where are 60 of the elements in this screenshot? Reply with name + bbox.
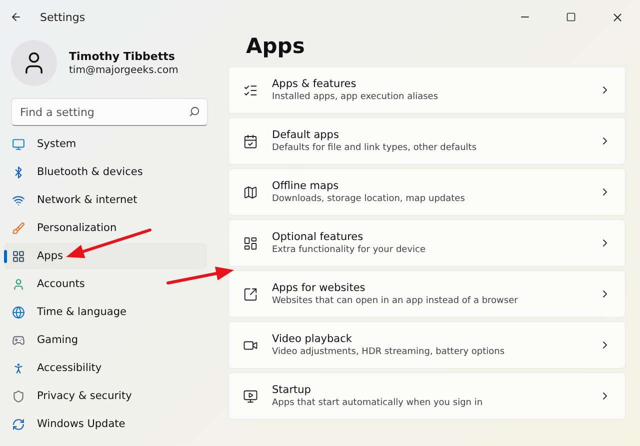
close-icon (610, 10, 624, 24)
settings-card[interactable]: Optional features Extra functionality for your device (228, 219, 626, 267)
card-title: Optional features (272, 231, 364, 243)
card-subtitle: Websites that can open in an app instead of a browser (272, 296, 519, 306)
map-icon (243, 184, 258, 200)
card-subtitle: Downloads, storage location, map updates (272, 194, 466, 204)
grid-icon (243, 236, 258, 250)
settings-card[interactable]: Apps & features Installed apps, app execution aliases (228, 66, 626, 114)
monitor-play-icon (243, 388, 258, 404)
external-link-icon (243, 286, 258, 302)
monitor-icon (12, 138, 25, 150)
nav-item[interactable]: Bluetooth & devices (4, 159, 207, 185)
card-subtitle: Installed apps, app execution aliases (272, 92, 440, 102)
card-title: Offline maps (272, 180, 340, 192)
settings-card[interactable]: Startup Apps that start automatically when you sign in (228, 372, 626, 420)
nav-item[interactable]: System (4, 131, 207, 157)
checklist-icon (243, 82, 258, 98)
globe-icon (12, 306, 25, 318)
back-icon[interactable] (10, 11, 22, 23)
calendar-check-icon (243, 134, 258, 148)
nav-item[interactable]: Accounts (4, 271, 207, 297)
nav-item[interactable]: Windows Update (4, 411, 207, 437)
card-title: Startup (272, 384, 312, 396)
settings-card[interactable]: Default apps Defaults for file and link types, other defaults (228, 117, 626, 165)
nav-item[interactable]: Gaming (4, 327, 207, 353)
avatar (11, 40, 57, 86)
accessibility-icon (12, 362, 25, 374)
maximize-icon (566, 12, 576, 22)
card-title: Default apps (272, 129, 340, 141)
nav-item[interactable]: Network & internet (4, 187, 207, 213)
settings-card[interactable]: Apps for websites Websites that can open in an app instead of a browser (228, 270, 626, 318)
nav-item[interactable]: Apps (4, 243, 207, 269)
brush-icon (12, 222, 25, 234)
gamepad-icon (12, 334, 25, 346)
search-icon (189, 106, 200, 117)
refresh-icon (12, 418, 25, 430)
profile-email: tim@majorgeeks.com (69, 65, 178, 76)
nav-item[interactable]: Accessibility (4, 355, 207, 381)
page-title: Apps (246, 34, 306, 58)
card-title: Apps & features (272, 78, 358, 90)
arrow-annotation (166, 266, 234, 284)
card-title: Apps for websites (272, 282, 366, 294)
nav-item[interactable]: Personalization (4, 215, 207, 241)
settings-card[interactable]: Offline maps Downloads, storage location, map updates (228, 168, 626, 216)
window-title: Settings (40, 10, 86, 24)
card-subtitle: Extra functionality for your device (272, 245, 427, 255)
card-subtitle: Video adjustments, HDR streaming, battery options (272, 347, 506, 357)
search-field[interactable]: Find a setting (11, 98, 208, 126)
card-subtitle: Apps that start automatically when you sign in (272, 398, 484, 408)
nav-item[interactable]: Time & language (4, 299, 207, 325)
profile-name: Timothy Tibbetts (69, 50, 176, 63)
wifi-icon (12, 194, 25, 206)
shield-icon (12, 390, 25, 402)
person-icon (12, 278, 25, 290)
nav-item[interactable]: Privacy & security (4, 383, 207, 409)
bluetooth-icon (12, 166, 25, 178)
card-subtitle: Defaults for file and link types, other defaults (272, 143, 478, 153)
grid-icon (12, 250, 25, 262)
card-title: Video playback (272, 333, 353, 345)
settings-card[interactable]: Video playback Video adjustments, HDR streaming, battery options (228, 321, 626, 369)
